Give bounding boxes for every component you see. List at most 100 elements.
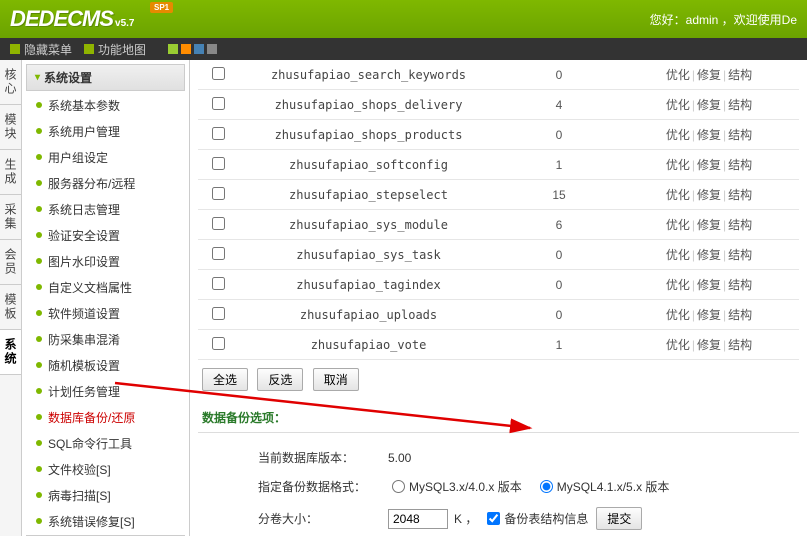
row-checkbox[interactable] — [212, 307, 225, 320]
sidebar-item[interactable]: 用户组设定 — [26, 145, 185, 171]
sidebar-item[interactable]: SQL命令行工具 — [26, 431, 185, 457]
struct-label: 备份表结构信息 — [504, 510, 588, 527]
select-all-button[interactable]: 全选 — [202, 368, 248, 391]
row-checkbox[interactable] — [212, 247, 225, 260]
theme-green[interactable] — [168, 44, 178, 54]
optimize-link[interactable]: 优化 — [666, 308, 690, 322]
sidebar-item[interactable]: 软件频道设置 — [26, 301, 185, 327]
format-radio-new[interactable] — [540, 480, 553, 493]
sidebar-item-db-backup[interactable]: 数据库备份/还原 — [26, 405, 185, 431]
vtab-system[interactable]: 系统 — [0, 330, 21, 375]
repair-link[interactable]: 修复 — [697, 338, 721, 352]
repair-link[interactable]: 修复 — [697, 248, 721, 262]
table-action-row: 全选 反选 取消 — [198, 360, 799, 399]
sidebar-item[interactable]: 服务器分布/远程 — [26, 171, 185, 197]
row-checkbox[interactable] — [212, 217, 225, 230]
sidebar-item[interactable]: 系统用户管理 — [26, 119, 185, 145]
sidebar-item[interactable]: 防采集串混淆 — [26, 327, 185, 353]
repair-link[interactable]: 修复 — [697, 158, 721, 172]
structure-link[interactable]: 结构 — [728, 128, 752, 142]
table-count-cell: 15 — [499, 180, 619, 210]
vtab-generate[interactable]: 生成 — [0, 150, 21, 195]
volume-input[interactable] — [388, 509, 448, 529]
invert-select-button[interactable]: 反选 — [257, 368, 303, 391]
sidebar-section-system[interactable]: 系统设置 — [26, 64, 185, 91]
row-checkbox[interactable] — [212, 157, 225, 170]
hide-menu-label: 隐藏菜单 — [24, 41, 72, 58]
cancel-button[interactable]: 取消 — [313, 368, 359, 391]
sidebar-item[interactable]: 系统错误修复[S] — [26, 509, 185, 535]
row-checkbox[interactable] — [212, 127, 225, 140]
db-version-value: 5.00 — [388, 451, 411, 465]
structure-link[interactable]: 结构 — [728, 338, 752, 352]
site-map-link[interactable]: 功能地图 — [84, 41, 146, 58]
vtab-member[interactable]: 会员 — [0, 240, 21, 285]
repair-link[interactable]: 修复 — [697, 218, 721, 232]
repair-link[interactable]: 修复 — [697, 98, 721, 112]
repair-link[interactable]: 修复 — [697, 188, 721, 202]
submit-button[interactable]: 提交 — [596, 507, 642, 530]
structure-link[interactable]: 结构 — [728, 308, 752, 322]
optimize-link[interactable]: 优化 — [666, 338, 690, 352]
vtab-module[interactable]: 模块 — [0, 105, 21, 150]
row-checkbox[interactable] — [212, 67, 225, 80]
repair-link[interactable]: 修复 — [697, 308, 721, 322]
table-count-cell: 6 — [499, 210, 619, 240]
sidebar-item[interactable]: 计划任务管理 — [26, 379, 185, 405]
structure-link[interactable]: 结构 — [728, 68, 752, 82]
table-row: zhusufapiao_softconfig1优化|修复|结构 — [198, 150, 799, 180]
volume-label: 分卷大小： — [258, 510, 388, 527]
optimize-link[interactable]: 优化 — [666, 128, 690, 142]
row-checkbox[interactable] — [212, 277, 225, 290]
hide-menu-link[interactable]: 隐藏菜单 — [10, 41, 72, 58]
sidebar-item[interactable]: 病毒扫描[S] — [26, 483, 185, 509]
table-count-cell: 1 — [499, 330, 619, 360]
sidebar-item[interactable]: 图片水印设置 — [26, 249, 185, 275]
repair-link[interactable]: 修复 — [697, 68, 721, 82]
table-ops-cell: 优化|修复|结构 — [619, 180, 799, 210]
sidebar-item[interactable]: 系统日志管理 — [26, 197, 185, 223]
optimize-link[interactable]: 优化 — [666, 218, 690, 232]
optimize-link[interactable]: 优化 — [666, 188, 690, 202]
volume-unit: K ， — [454, 510, 477, 527]
row-checkbox[interactable] — [212, 97, 225, 110]
table-row: zhusufapiao_shops_delivery4优化|修复|结构 — [198, 90, 799, 120]
format-radio-old[interactable] — [392, 480, 405, 493]
structure-link[interactable]: 结构 — [728, 248, 752, 262]
repair-link[interactable]: 修复 — [697, 128, 721, 142]
structure-link[interactable]: 结构 — [728, 98, 752, 112]
row-checkbox[interactable] — [212, 187, 225, 200]
row-checkbox[interactable] — [212, 337, 225, 350]
backup-options-title: 数据备份选项： — [198, 399, 799, 433]
table-count-cell: 4 — [499, 90, 619, 120]
theme-blue[interactable] — [194, 44, 204, 54]
optimize-link[interactable]: 优化 — [666, 98, 690, 112]
sidebar-item[interactable]: 自定义文档属性 — [26, 275, 185, 301]
table-name-cell: zhusufapiao_softconfig — [238, 150, 499, 180]
table-row: zhusufapiao_search_keywords0优化|修复|结构 — [198, 60, 799, 90]
optimize-link[interactable]: 优化 — [666, 248, 690, 262]
structure-link[interactable]: 结构 — [728, 188, 752, 202]
optimize-link[interactable]: 优化 — [666, 68, 690, 82]
format-opt2-label: MySQL4.1.x/5.x 版本 — [557, 478, 670, 495]
optimize-link[interactable]: 优化 — [666, 158, 690, 172]
optimize-link[interactable]: 优化 — [666, 278, 690, 292]
table-count-cell: 1 — [499, 150, 619, 180]
table-name-cell: zhusufapiao_uploads — [238, 300, 499, 330]
vtab-core[interactable]: 核心 — [0, 60, 21, 105]
struct-checkbox[interactable] — [487, 512, 500, 525]
structure-link[interactable]: 结构 — [728, 218, 752, 232]
sidebar-item[interactable]: 验证安全设置 — [26, 223, 185, 249]
sidebar-item[interactable]: 随机模板设置 — [26, 353, 185, 379]
table-name-cell: zhusufapiao_stepselect — [238, 180, 499, 210]
theme-gray[interactable] — [207, 44, 217, 54]
repair-link[interactable]: 修复 — [697, 278, 721, 292]
vtab-template[interactable]: 模板 — [0, 285, 21, 330]
sidebar-item[interactable]: 文件校验[S] — [26, 457, 185, 483]
table-name-cell: zhusufapiao_shops_products — [238, 120, 499, 150]
theme-orange[interactable] — [181, 44, 191, 54]
vtab-collect[interactable]: 采集 — [0, 195, 21, 240]
sidebar-item[interactable]: 系统基本参数 — [26, 93, 185, 119]
structure-link[interactable]: 结构 — [728, 278, 752, 292]
structure-link[interactable]: 结构 — [728, 158, 752, 172]
